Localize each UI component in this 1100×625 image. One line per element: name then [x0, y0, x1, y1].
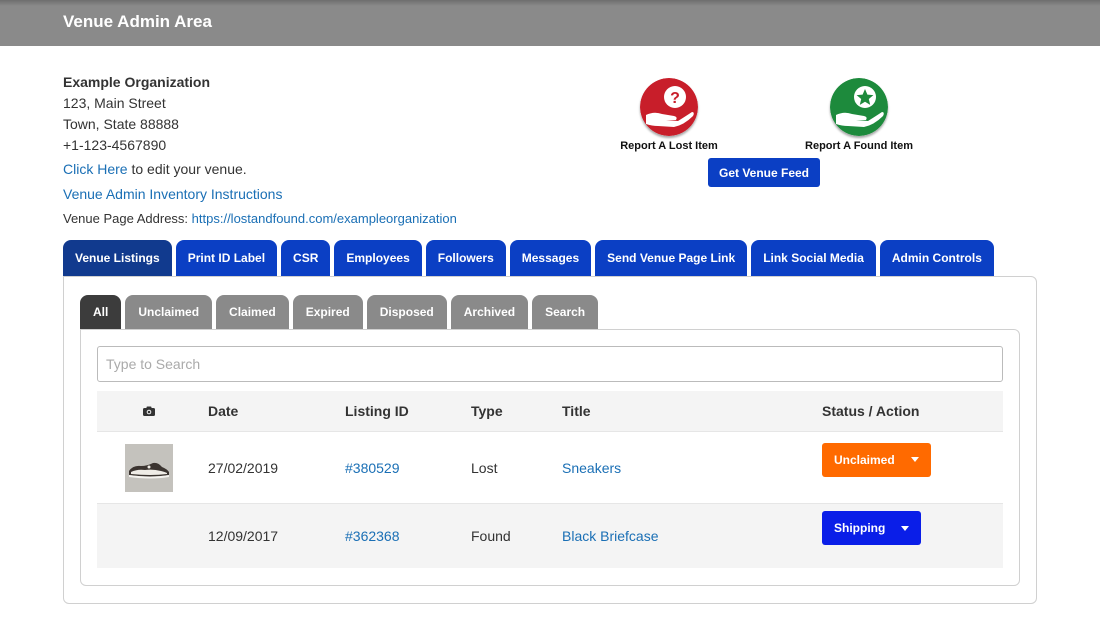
report-lost-label: Report A Lost Item	[620, 140, 718, 152]
column-header-listing-id: Listing ID	[345, 403, 409, 419]
svg-text:?: ?	[670, 90, 680, 107]
status-label: Unclaimed	[834, 452, 895, 467]
listing-id-link[interactable]: #362368	[345, 528, 400, 544]
edit-venue-line: Click Here to edit your venue.	[63, 161, 247, 177]
tab-venue-listings[interactable]: Venue Listings	[63, 240, 172, 276]
venue-page-url-link[interactable]: https://lostandfound.com/exampleorganiza…	[192, 211, 457, 226]
report-lost-item-button[interactable]: ? Report A Lost Item	[604, 78, 734, 152]
tab-csr[interactable]: CSR	[281, 240, 331, 276]
filter-tab-claimed[interactable]: Claimed	[216, 295, 289, 329]
tab-send-venue-page-link[interactable]: Send Venue Page Link	[595, 240, 748, 276]
listing-id-link[interactable]: #380529	[345, 460, 400, 476]
camera-icon	[124, 391, 174, 431]
get-venue-feed-button[interactable]: Get Venue Feed	[708, 158, 820, 187]
listing-type: Lost	[471, 459, 498, 476]
venue-info: Example Organization 123, Main Street To…	[63, 72, 210, 156]
caret-down-icon	[901, 525, 910, 531]
listings-table: Date Listing ID Type Title Status / Acti…	[97, 391, 1003, 568]
venue-page-address: Venue Page Address: https://lostandfound…	[63, 211, 457, 226]
listing-date: 12/09/2017	[208, 528, 279, 544]
page-address-label: Venue Page Address:	[63, 211, 192, 226]
photo-cell	[124, 504, 174, 568]
status-dropdown-button[interactable]: Unclaimed	[822, 442, 931, 477]
caret-down-icon	[910, 457, 919, 462]
instructions-line: Venue Admin Inventory Instructions	[63, 186, 282, 202]
photo-cell	[124, 432, 174, 503]
lost-item-question-hand-icon[interactable]: ?	[640, 78, 698, 136]
column-header-status: Status / Action	[822, 403, 920, 419]
tab-admin-controls[interactable]: Admin Controls	[879, 240, 994, 276]
column-header-type: Type	[471, 403, 503, 419]
sneakers-thumbnail[interactable]	[125, 443, 173, 492]
table-row: 12/09/2017 #362368 Found Black Briefcase…	[97, 503, 1003, 568]
report-found-label: Report A Found Item	[805, 140, 913, 152]
listing-title-link[interactable]: Black Briefcase	[562, 528, 658, 544]
filter-tab-archived[interactable]: Archived	[450, 295, 529, 329]
status-label: Shipping	[834, 521, 886, 535]
edit-venue-suffix: to edit your venue.	[127, 161, 247, 177]
venue-phone: +1-123-4567890	[63, 137, 167, 153]
edit-venue-link[interactable]: Click Here	[63, 161, 128, 177]
inventory-instructions-link[interactable]: Venue Admin Inventory Instructions	[63, 186, 282, 202]
status-dropdown-button[interactable]: Shipping	[822, 511, 922, 545]
venue-name: Example Organization	[63, 74, 211, 90]
tab-followers[interactable]: Followers	[425, 240, 506, 276]
tab-print-id-label[interactable]: Print ID Label	[175, 240, 278, 276]
found-item-star-hand-icon[interactable]	[830, 78, 888, 136]
top-header: Venue Admin Area	[0, 0, 1100, 46]
tab-messages[interactable]: Messages	[509, 240, 592, 276]
listing-title-link[interactable]: Sneakers	[562, 460, 621, 476]
filter-tab-all[interactable]: All	[80, 295, 122, 329]
main-tab-bar: Venue Listings Print ID Label CSR Employ…	[63, 240, 998, 276]
filter-tab-search[interactable]: Search	[532, 295, 599, 329]
report-found-item-button[interactable]: Report A Found Item	[794, 78, 924, 152]
filter-tab-disposed[interactable]: Disposed	[366, 295, 447, 329]
filter-tab-expired[interactable]: Expired	[292, 295, 363, 329]
venue-address-line1: 123, Main Street	[63, 95, 166, 111]
listing-date: 27/02/2019	[208, 459, 279, 476]
tab-employees[interactable]: Employees	[334, 240, 422, 276]
column-header-title: Title	[562, 403, 591, 419]
search-input[interactable]	[97, 346, 1003, 382]
table-header-row: Date Listing ID Type Title Status / Acti…	[97, 391, 1003, 431]
venue-address-line2: Town, State 88888	[63, 116, 179, 132]
page-title: Venue Admin Area	[63, 12, 212, 31]
tab-link-social-media[interactable]: Link Social Media	[751, 240, 876, 276]
listing-filter-tabs: All Unclaimed Claimed Expired Disposed A…	[80, 295, 602, 329]
listing-type: Found	[471, 528, 511, 544]
table-row: 27/02/2019 #380529 Lost Sneakers Unclaim…	[97, 431, 1003, 503]
column-header-date: Date	[208, 403, 239, 419]
filter-tab-unclaimed[interactable]: Unclaimed	[125, 295, 213, 329]
